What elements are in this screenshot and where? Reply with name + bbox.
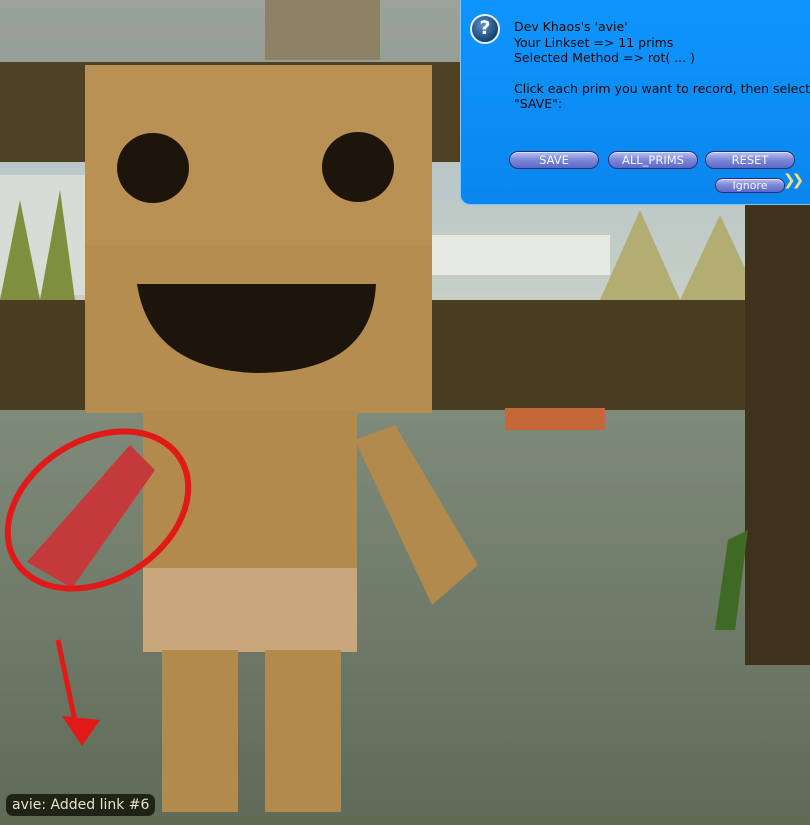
avatar-torso [143,410,357,570]
fence-post [745,200,810,665]
instruction-line: Click each prim you want to record, then… [514,80,810,96]
script-dialog: ? Dev Khaos's 'avie' Your Linkset => 11 p… [460,0,810,205]
status-message: avie: Added link #6 [6,794,156,816]
save-button[interactable]: SAVE [509,151,599,169]
fence-post [265,0,380,60]
reset-button[interactable]: RESET [705,151,795,169]
question-mark-icon: ? [470,14,500,44]
avatar-right-eye [322,132,394,202]
avatar-left-eye [117,133,189,203]
instruction-line: "SAVE": [514,96,563,111]
linkset-line: Your Linkset => 11 prims [514,34,674,50]
owner-line: Dev Khaos's 'avie' [514,19,628,34]
all-prims-button[interactable]: ALL_PRIMS [608,151,698,169]
background-sign [430,235,610,275]
avatar-pelvis [143,568,357,652]
dialog-message: Dev Khaos's 'avie' Your Linkset => 11 pri… [514,19,810,112]
avatar-left-leg [162,650,238,812]
chevron-right-icon[interactable]: ❯❯ [783,172,804,189]
ignore-button[interactable]: Ignore [715,178,785,193]
avatar-right-leg [265,650,341,812]
distant-object [505,408,605,430]
method-line: Selected Method => rot( ... ) [514,50,695,65]
